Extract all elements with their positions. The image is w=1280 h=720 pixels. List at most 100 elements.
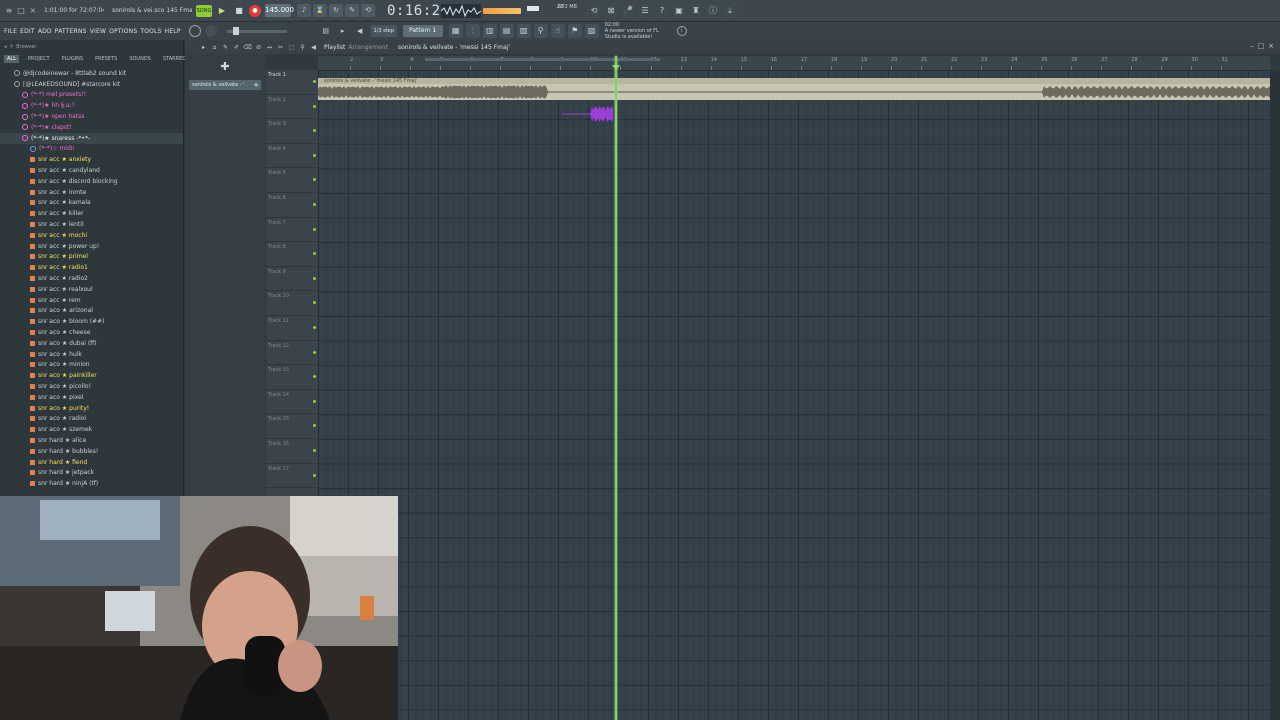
track-mute-led[interactable] xyxy=(313,80,316,83)
browser-item[interactable]: (*ᵕ*)★ hh §:a:? xyxy=(0,100,183,111)
browser-window-icon[interactable]: ▧ xyxy=(516,24,531,38)
track-header[interactable]: Track 2 xyxy=(266,95,318,120)
magnet-icon[interactable]: ⌂ xyxy=(210,43,219,52)
browser-item[interactable]: (*ᵕ*) mel presets!! xyxy=(0,90,183,101)
paint-icon[interactable]: ✐ xyxy=(232,43,241,52)
browser-tab-sounds[interactable]: SOUNDS xyxy=(126,55,154,63)
browser-item[interactable]: snr aco ★ picollo! xyxy=(0,381,183,392)
menu-add[interactable]: ADD xyxy=(38,28,52,35)
blend-icon[interactable]: ✎ xyxy=(345,4,359,17)
track-mute-led[interactable] xyxy=(313,104,316,108)
browser-options-icon[interactable]: ◂ xyxy=(4,44,7,50)
browser-item[interactable]: snr acc ★ power up! xyxy=(0,241,183,252)
track-header[interactable]: Track 5 xyxy=(266,168,318,193)
channel-rack-window-icon[interactable]: ▥ xyxy=(482,24,497,38)
project-info-icon[interactable]: ▨ xyxy=(584,24,599,38)
tempo-display[interactable]: 145.000 xyxy=(265,4,294,17)
touch-icon[interactable]: ☝ xyxy=(550,24,565,38)
track-header[interactable]: Track 9 xyxy=(266,267,318,292)
menu-tools[interactable]: TOOLS xyxy=(140,28,161,35)
browser-item[interactable]: snr hard ★ alice xyxy=(0,435,183,446)
menu-help[interactable]: HELP xyxy=(165,28,181,35)
slice-icon[interactable]: ✂ xyxy=(276,43,285,52)
track-mute-led[interactable] xyxy=(313,276,316,280)
export-icon[interactable]: ⤓ xyxy=(723,3,737,18)
pattern-select[interactable]: Pattern 1 xyxy=(402,25,443,37)
browser-item[interactable]: snr acc ★ discord blocking xyxy=(0,176,183,187)
purple-audio-clip[interactable] xyxy=(562,105,614,123)
time-display[interactable]: 0:16:25 xyxy=(387,3,449,19)
notice-icon[interactable]: i xyxy=(676,26,687,36)
master-volume-knob[interactable] xyxy=(188,25,201,37)
track-header[interactable]: Track 11 xyxy=(266,316,318,341)
snap-step-select[interactable]: 1/3 step xyxy=(370,25,397,37)
playhead[interactable] xyxy=(615,56,617,720)
arrangement-label[interactable]: Arrangement xyxy=(348,44,388,51)
tempo-tap-icon[interactable]: ⚑ xyxy=(567,24,582,38)
browser-item[interactable]: snr acc ★ mochi xyxy=(0,230,183,241)
track-mute-led[interactable] xyxy=(313,178,316,182)
track-mute-led[interactable] xyxy=(313,326,316,329)
track-header[interactable]: Track 6 xyxy=(266,193,318,218)
track-mute-led[interactable] xyxy=(313,375,316,379)
track-header[interactable]: Track 4 xyxy=(266,144,318,169)
add-pattern-icon[interactable]: ✚ xyxy=(220,60,229,73)
browser-item[interactable]: snr aco ★ radiol xyxy=(0,414,183,425)
playlist-close-icon[interactable]: × xyxy=(1268,42,1274,50)
browser-item[interactable]: snr aco ★ arizonal xyxy=(0,306,183,317)
browser-item[interactable]: snr aco ★ minion xyxy=(0,360,183,371)
browser-item[interactable]: snr acc ★ radio1 xyxy=(0,262,183,273)
menu-icon[interactable]: ≡ xyxy=(4,6,14,16)
update-notice[interactable]: 02:00 A newer version of FL Studio is av… xyxy=(605,22,675,40)
mute-icon[interactable]: ⊘ xyxy=(254,43,263,52)
track-header[interactable]: Track 3 xyxy=(266,119,318,144)
browser-tab-presets[interactable]: PRESETS xyxy=(92,55,120,63)
vertical-scrollbar[interactable] xyxy=(1270,70,1280,720)
track-header[interactable]: Track 14 xyxy=(266,390,318,415)
piano-roll-icon[interactable]: ⊠ xyxy=(604,3,618,18)
browser-item[interactable]: snr hard ★ bubbles! xyxy=(0,446,183,457)
browser-item[interactable]: (*ᵕ*)★ clapst! xyxy=(0,122,183,133)
track-mute-led[interactable] xyxy=(313,449,316,452)
playback-icon[interactable]: ◀ xyxy=(309,43,318,52)
slip-icon[interactable]: ↔ xyxy=(265,43,274,52)
play-button[interactable]: ▶ xyxy=(215,4,229,18)
speaker-icon[interactable]: ◀ xyxy=(353,25,367,37)
track-mute-led[interactable] xyxy=(313,129,316,133)
browser-item[interactable]: (*ᵕ*)★ open hatss xyxy=(0,111,183,122)
browser-item[interactable]: snr acc ★ lentil xyxy=(0,219,183,230)
browser-item[interactable]: snr acc ★ rem xyxy=(0,295,183,306)
arrangement-grid[interactable]: sonirols & veilvate - 'messi 145 Fmaj' xyxy=(318,70,1270,720)
browser-item[interactable]: snr acc ★ anxiety xyxy=(0,154,183,165)
browser-tab-project[interactable]: PROJECT xyxy=(25,55,53,63)
menu-options[interactable]: OPTIONS xyxy=(109,28,137,35)
plugin-icon[interactable]: ♜ xyxy=(689,3,703,18)
help-icon[interactable]: ? xyxy=(655,3,669,18)
mixer-window-icon[interactable]: ▤ xyxy=(499,24,514,38)
browser-item[interactable]: snr aco ★ cheese xyxy=(0,327,183,338)
restore-icon[interactable]: □ xyxy=(16,6,26,16)
menu-edit[interactable]: EDIT xyxy=(20,28,35,35)
stop-button[interactable]: ■ xyxy=(232,4,246,18)
track-header[interactable]: Track 13 xyxy=(266,365,318,390)
countdown-icon[interactable]: ↻ xyxy=(329,4,343,17)
browser-item[interactable]: snr acc ★ radio2 xyxy=(0,273,183,284)
master-slider[interactable] xyxy=(226,26,287,35)
horizontal-scrollbar[interactable] xyxy=(425,58,660,61)
browser-item[interactable]: snr aco ★ pixel xyxy=(0,392,183,403)
track-header[interactable]: Track 16 xyxy=(266,439,318,464)
delete-icon[interactable]: ⌫ xyxy=(243,43,252,52)
snap-icon[interactable]: ▤ xyxy=(319,25,333,37)
playlist-menu-icon[interactable]: ▸ xyxy=(199,43,208,52)
channel-rack-icon[interactable]: ☰ xyxy=(638,3,652,18)
track-mute-led[interactable] xyxy=(313,424,316,428)
track-mute-led[interactable] xyxy=(313,301,316,305)
browser-item[interactable]: snr acc ★ kamala xyxy=(0,198,183,209)
minimize-icon[interactable]: – xyxy=(1250,42,1254,50)
track-mute-led[interactable] xyxy=(313,203,316,206)
select-icon[interactable]: ⬚ xyxy=(287,43,296,52)
maximize-icon[interactable]: □ xyxy=(1258,42,1265,50)
pat-song-toggle[interactable]: SONG xyxy=(196,4,212,17)
loop-icon[interactable]: ⟲ xyxy=(361,4,375,17)
browser-item[interactable]: snr acc ★ candyland xyxy=(0,165,183,176)
